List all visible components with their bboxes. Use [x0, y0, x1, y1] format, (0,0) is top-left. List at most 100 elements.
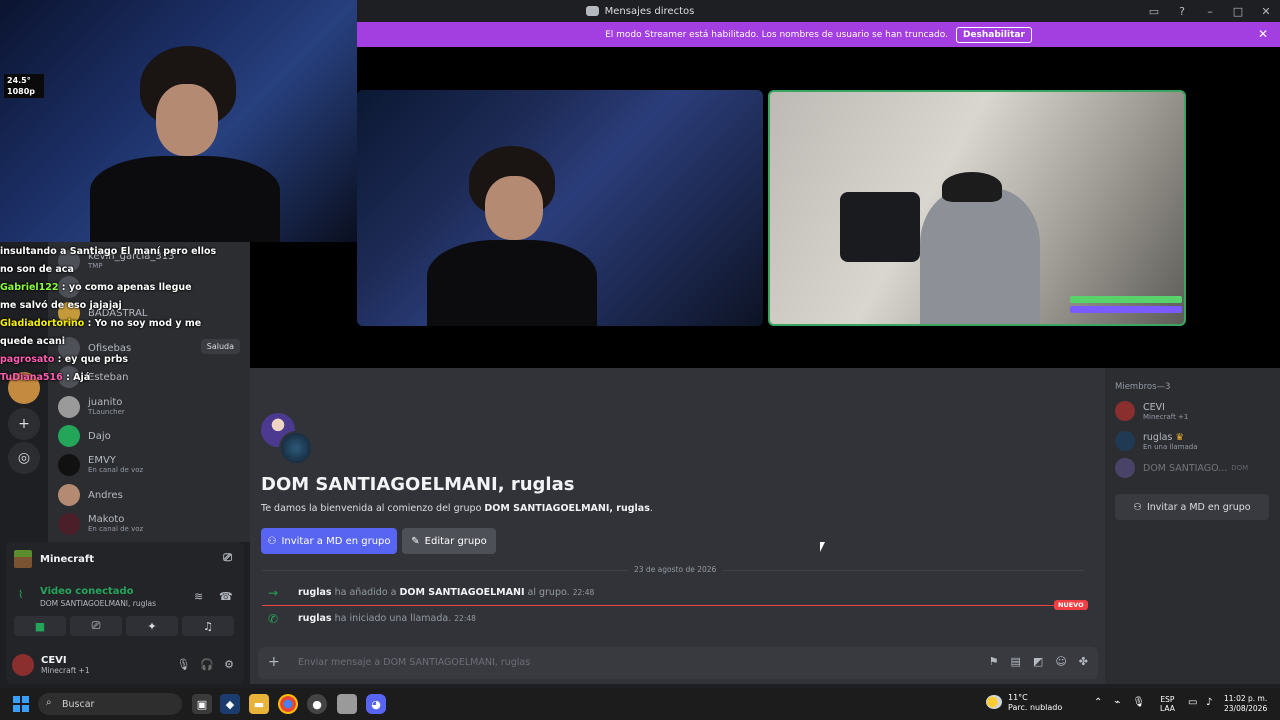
monitor-readout: 24.5° 1080p	[4, 74, 44, 98]
message-input[interactable]: Enviar mensaje a DOM SANTIAGOELMANI, rug…	[298, 657, 530, 668]
activity-row[interactable]: Minecraft ⎚	[14, 548, 236, 570]
noise-suppression-icon[interactable]: ≋	[194, 590, 203, 603]
dm-item[interactable]: Andres	[58, 482, 248, 508]
dm-item[interactable]: EMVY En canal de voz	[58, 452, 248, 478]
date-label: 23 de agosto de 2026	[628, 565, 723, 574]
obs-icon[interactable]: ●	[307, 694, 327, 714]
chat-text: insultando a Santiago El maní pero ellos	[0, 246, 217, 257]
member-item[interactable]: CEVI Minecraft +1	[1115, 398, 1275, 424]
camera-button[interactable]: ■	[14, 616, 66, 636]
mic-icon[interactable]: 🎙	[176, 658, 190, 671]
system-tray: ⌃ ⌁ 🎙	[1094, 697, 1145, 708]
close-banner-icon[interactable]: ✕	[1258, 27, 1268, 41]
invite-group-button-members[interactable]: ⚇ Invitar a MD en grupo	[1115, 494, 1269, 520]
share-screen-button[interactable]: ⎚	[70, 616, 122, 636]
hud-bar-purple	[1070, 306, 1182, 313]
chat-line: quede acani	[0, 333, 220, 351]
members-header: Miembros—3	[1115, 382, 1171, 392]
taskbar-search[interactable]: ⌕ Buscar	[38, 693, 182, 715]
network-icon[interactable]: ⌁	[1114, 697, 1120, 708]
add-server-icon[interactable]: +	[8, 408, 40, 440]
maximize-button[interactable]: □	[1224, 5, 1252, 18]
soundboard-button[interactable]: ♫	[182, 616, 234, 636]
dm-name: Dajo	[88, 430, 111, 442]
add-user-icon: ⚇	[1133, 501, 1142, 513]
chat-text: : yo como apenas llegue	[61, 282, 192, 293]
phone-icon: ✆	[268, 612, 279, 626]
dm-name: juanito	[88, 397, 123, 408]
emoji-icon[interactable]: ☺	[1055, 655, 1066, 668]
explore-icon[interactable]: ◎	[8, 442, 40, 474]
windows-start-icon[interactable]	[13, 696, 29, 712]
chat-text: : Yo no soy mod y me	[87, 318, 202, 329]
invite-group-button[interactable]: ⚇ Invitar a MD en grupo	[261, 528, 397, 554]
file-explorer-icon[interactable]: ▬	[249, 694, 269, 714]
edit-group-button[interactable]: ✎ Editar grupo	[402, 528, 496, 554]
dm-item[interactable]: Dajo	[58, 423, 248, 449]
facecam-overlay: 24.5° 1080p	[0, 0, 357, 242]
headphones-icon[interactable]: 🎧	[200, 658, 214, 671]
banner-text: El modo Streamer está habilitado. Los no…	[605, 29, 948, 40]
chat-nick: Gabriel122	[0, 282, 59, 293]
msg-target[interactable]: DOM SANTIAGOELMANI	[400, 587, 525, 598]
dm-name: Andres	[88, 489, 123, 501]
avatar	[58, 513, 80, 535]
screen-share-icon[interactable]: ⎚	[223, 551, 232, 565]
clock[interactable]: 11:02 p. m. 23/08/2026	[1224, 694, 1267, 714]
signal-icon: ⌇	[18, 588, 24, 601]
voice-status[interactable]: Video conectado	[40, 586, 133, 597]
member-status: Minecraft +1	[1143, 412, 1189, 421]
video-tile-ruglas[interactable]	[768, 90, 1186, 326]
close-button[interactable]: ✕	[1252, 5, 1280, 18]
avatar[interactable]	[12, 654, 34, 676]
task-view-icon[interactable]: ▣	[192, 694, 212, 714]
help-icon[interactable]: ?	[1168, 5, 1196, 18]
mic-tray-icon[interactable]: 🎙	[1132, 697, 1145, 708]
dm-item[interactable]: juanito TLauncher	[58, 394, 248, 420]
chat-line: Gabriel122 : yo como apenas llegue	[0, 279, 220, 297]
minimize-button[interactable]: –	[1196, 5, 1224, 18]
apps-icon[interactable]: ✤	[1079, 655, 1088, 668]
clock-time: 11:02 p. m.	[1224, 694, 1268, 703]
chat-text: no son de aca	[0, 264, 74, 275]
language-indicator[interactable]: ESP LAA	[1160, 695, 1175, 713]
msg-text: al grupo.	[527, 587, 570, 598]
chat-line: pagrosato : ey que prbs	[0, 351, 220, 369]
window-controls: ▭ ? – □ ✕	[1140, 0, 1280, 22]
gear-icon[interactable]: ⚙	[224, 658, 234, 671]
add-attachment-icon[interactable]: +	[268, 654, 280, 670]
partly-cloudy-icon	[986, 695, 1002, 709]
video-tile-cevi[interactable]	[357, 90, 763, 326]
discord-icon[interactable]: ◕	[366, 694, 386, 714]
stream-hud	[1070, 296, 1182, 320]
gift-icon[interactable]: ⚑	[989, 655, 999, 668]
disconnect-icon[interactable]: ☎	[219, 590, 233, 603]
disable-streamer-button[interactable]: Deshabilitar	[955, 26, 1032, 43]
activity-name: Minecraft	[40, 553, 95, 565]
avatar	[1115, 401, 1135, 421]
chat-text: : Ajá	[66, 372, 91, 383]
msg-user[interactable]: ruglas	[298, 587, 332, 598]
avatar	[58, 454, 80, 476]
dm-item[interactable]: Makoto En canal de voz	[58, 511, 248, 537]
volume-icon[interactable]: ♪	[1206, 697, 1212, 708]
voice-panel: Minecraft ⎚ ⌇ Video conectado DOM SANTIA…	[6, 542, 244, 684]
app-icon[interactable]: ◆	[220, 694, 240, 714]
window-title: Mensajes directos	[604, 5, 695, 17]
person-shirt	[427, 240, 597, 326]
windows-taskbar: ⌕ Buscar ▣ ◆ ▬ ● ◕ 11°C Parc. nublado ⌃ ⌁…	[0, 688, 1280, 720]
inbox-icon[interactable]: ▭	[1140, 5, 1168, 18]
gif-icon[interactable]: ▤	[1011, 655, 1021, 668]
sticker-icon[interactable]: ◩	[1033, 655, 1043, 668]
dm-name: EMVY	[88, 455, 116, 466]
msg-user[interactable]: ruglas	[298, 613, 332, 624]
chrome-icon[interactable]	[278, 694, 298, 714]
app-icon-gray[interactable]	[337, 694, 357, 714]
member-item[interactable]: DOM SANTIAGO... DOM	[1115, 455, 1275, 481]
display-icon[interactable]: ▭	[1188, 697, 1197, 708]
activities-button[interactable]: ✦	[126, 616, 178, 636]
chevron-up-icon[interactable]: ⌃	[1094, 697, 1102, 708]
member-item[interactable]: ruglas ♛ En una llamada	[1115, 428, 1275, 454]
crown-icon: ♛	[1175, 431, 1184, 443]
chat-nick: Gladiadortorino	[0, 318, 85, 329]
